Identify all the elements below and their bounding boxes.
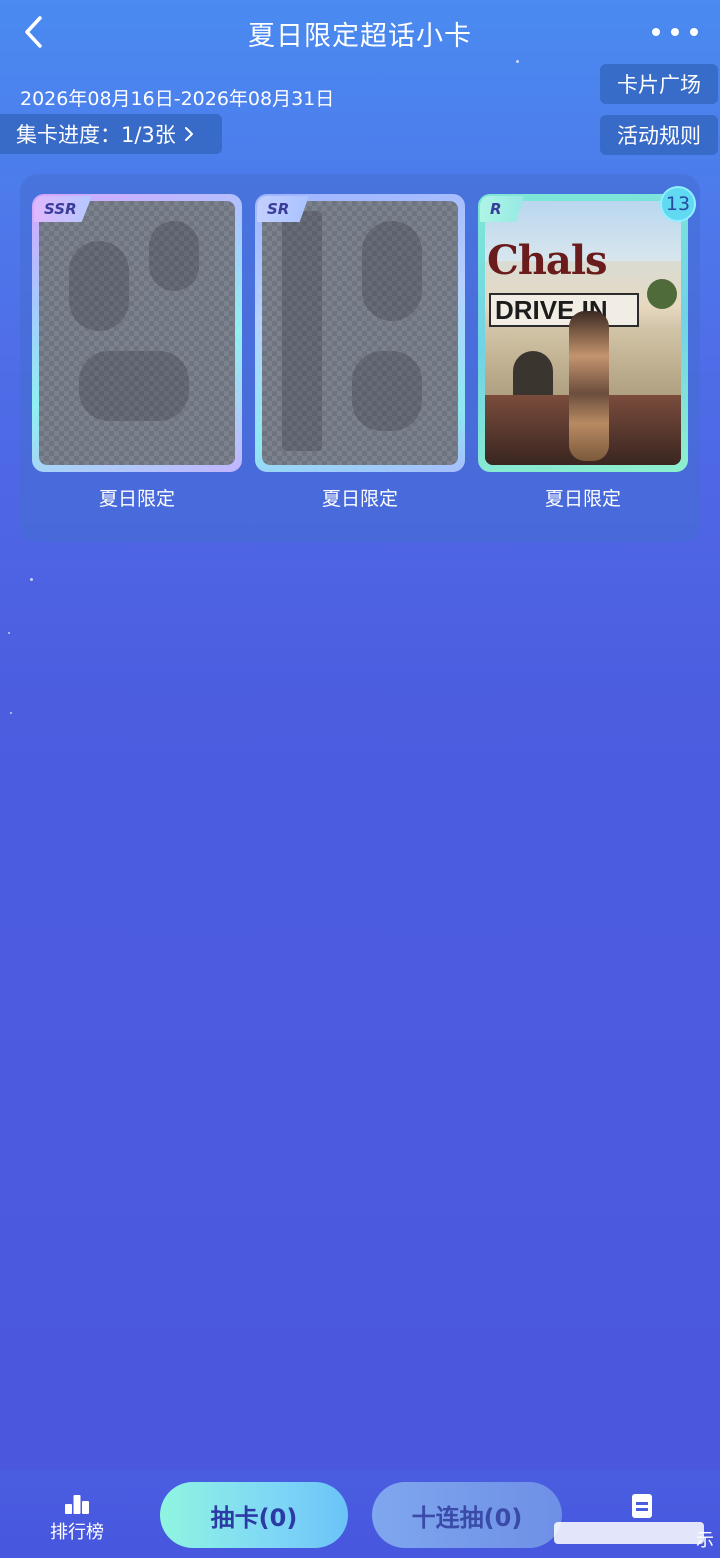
more-dots-icon xyxy=(652,28,660,36)
sparkle xyxy=(8,632,10,634)
more-dots-icon xyxy=(690,28,698,36)
collection-progress-button[interactable]: 集卡进度：1/3张 xyxy=(0,114,222,154)
photo-sign-text: Chals xyxy=(487,237,608,284)
event-date-range: 2026年08月16日-2026年08月31日 xyxy=(20,88,335,110)
top-header: 夏日限定超话小卡 xyxy=(0,0,720,70)
record-label-partial: 示 xyxy=(696,1530,714,1551)
card-item-r[interactable]: Chals DRIVE IN R 13 夏日限定 xyxy=(478,186,696,511)
leaderboard-button[interactable]: 排行榜 xyxy=(40,1492,114,1544)
card-placeholder-image xyxy=(262,201,458,465)
card-label: 夏日限定 xyxy=(98,488,175,510)
card-item-ssr[interactable]: SSR 夏日限定 xyxy=(32,194,242,511)
card-frame: Chals DRIVE IN R 13 xyxy=(478,186,696,472)
document-icon xyxy=(632,1494,652,1518)
card-frame: SSR xyxy=(32,194,242,472)
card-label: 夏日限定 xyxy=(321,488,398,510)
card-placeholder-image xyxy=(39,201,235,465)
leaderboard-icon xyxy=(65,1495,89,1514)
more-button[interactable] xyxy=(652,20,698,44)
photo-sign-text: DRIVE IN xyxy=(489,293,639,327)
bottom-action-bar: 排行榜 抽卡(0) 十连抽(0) 示 xyxy=(0,1470,720,1558)
card-frame: SR xyxy=(255,194,465,472)
watermark-overlay xyxy=(554,1522,704,1544)
collection-progress-label: 集卡进度：1/3张 xyxy=(16,123,176,147)
card-collection-panel: SSR 夏日限定 SR 夏日限定 Chals DRIVE IN R 13 夏日限… xyxy=(20,174,700,542)
sparkle xyxy=(10,712,12,714)
page-title: 夏日限定超话小卡 xyxy=(248,21,472,52)
chevron-right-icon xyxy=(184,127,193,141)
card-square-button[interactable]: 卡片广场 xyxy=(600,64,718,104)
card-count-badge: 13 xyxy=(660,186,696,222)
card-label: 夏日限定 xyxy=(544,488,621,510)
draw-card-button[interactable]: 抽卡(0) xyxy=(160,1482,348,1548)
sparkle xyxy=(30,578,33,581)
card-item-sr[interactable]: SR 夏日限定 xyxy=(255,194,465,511)
event-rules-button[interactable]: 活动规则 xyxy=(600,115,718,155)
leaderboard-label: 排行榜 xyxy=(50,1522,104,1543)
card-photo: Chals DRIVE IN xyxy=(485,201,681,465)
draw-ten-button[interactable]: 十连抽(0) xyxy=(372,1482,562,1548)
more-dots-icon xyxy=(671,28,679,36)
